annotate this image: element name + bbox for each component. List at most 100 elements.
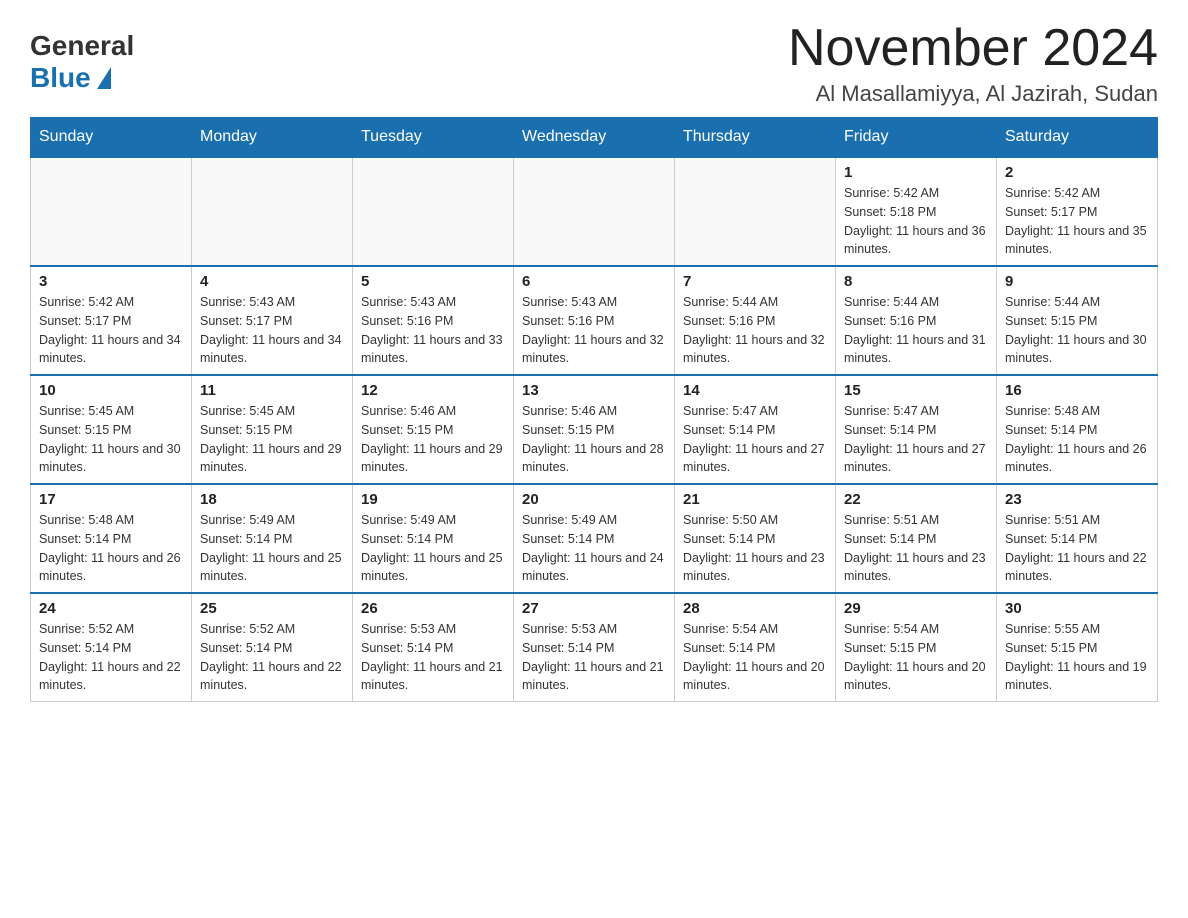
week-row-5: 24 Sunrise: 5:52 AMSunset: 5:14 PMDayligh… [31,593,1158,702]
logo-triangle-icon [97,67,111,89]
day-info: Sunrise: 5:49 AMSunset: 5:14 PMDaylight:… [361,511,505,586]
day-info: Sunrise: 5:43 AMSunset: 5:17 PMDaylight:… [200,293,344,368]
week-row-2: 3 Sunrise: 5:42 AMSunset: 5:17 PMDaylight… [31,266,1158,375]
calendar-cell: 2Sunrise: 5:42 AMSunset: 5:17 PMDaylight… [997,157,1158,266]
calendar-cell: 30 Sunrise: 5:55 AMSunset: 5:15 PMDayligh… [997,593,1158,702]
day-info: Sunrise: 5:52 AMSunset: 5:14 PMDaylight:… [200,620,344,695]
day-number: 9 [1005,273,1149,290]
header-day-tuesday: Tuesday [353,118,514,158]
day-info: Sunrise: 5:55 AMSunset: 5:15 PMDaylight:… [1005,620,1149,695]
day-info: Sunrise: 5:46 AMSunset: 5:15 PMDaylight:… [522,402,666,477]
calendar-cell [514,157,675,266]
day-info: Sunrise: 5:45 AMSunset: 5:15 PMDaylight:… [200,402,344,477]
day-info: Sunrise: 5:42 AMSunset: 5:17 PMDaylight:… [39,293,183,368]
day-number: 24 [39,600,183,617]
day-number: 11 [200,382,344,399]
calendar-cell: 15 Sunrise: 5:47 AMSunset: 5:14 PMDayligh… [836,375,997,484]
calendar-cell: 6 Sunrise: 5:43 AMSunset: 5:16 PMDaylight… [514,266,675,375]
day-number: 3 [39,273,183,290]
day-info: Sunrise: 5:54 AMSunset: 5:14 PMDaylight:… [683,620,827,695]
day-number: 12 [361,382,505,399]
location-title: Al Masallamiyya, Al Jazirah, Sudan [788,81,1158,107]
logo: General Blue [30,30,134,94]
calendar-cell: 28 Sunrise: 5:54 AMSunset: 5:14 PMDayligh… [675,593,836,702]
calendar-cell: 27 Sunrise: 5:53 AMSunset: 5:14 PMDayligh… [514,593,675,702]
day-number: 4 [200,273,344,290]
header-day-saturday: Saturday [997,118,1158,158]
header: General Blue November 2024 Al Masallamiy… [30,20,1158,107]
week-row-4: 17 Sunrise: 5:48 AMSunset: 5:14 PMDayligh… [31,484,1158,593]
logo-blue-text: Blue [30,62,111,94]
calendar-cell: 26 Sunrise: 5:53 AMSunset: 5:14 PMDayligh… [353,593,514,702]
header-day-sunday: Sunday [31,118,192,158]
day-info: Sunrise: 5:53 AMSunset: 5:14 PMDaylight:… [361,620,505,695]
day-info: Sunrise: 5:50 AMSunset: 5:14 PMDaylight:… [683,511,827,586]
day-info: Sunrise: 5:43 AMSunset: 5:16 PMDaylight:… [522,293,666,368]
day-number: 17 [39,491,183,508]
title-area: November 2024 Al Masallamiyya, Al Jazira… [788,20,1158,107]
day-info: Sunrise: 5:53 AMSunset: 5:14 PMDaylight:… [522,620,666,695]
calendar-cell: 14 Sunrise: 5:47 AMSunset: 5:14 PMDayligh… [675,375,836,484]
day-number: 29 [844,600,988,617]
calendar-cell: 25 Sunrise: 5:52 AMSunset: 5:14 PMDayligh… [192,593,353,702]
calendar-cell: 12 Sunrise: 5:46 AMSunset: 5:15 PMDayligh… [353,375,514,484]
day-info: Sunrise: 5:48 AMSunset: 5:14 PMDaylight:… [39,511,183,586]
day-number: 1 [844,164,988,181]
calendar-cell: 19 Sunrise: 5:49 AMSunset: 5:14 PMDayligh… [353,484,514,593]
day-number: 27 [522,600,666,617]
day-number: 28 [683,600,827,617]
calendar-cell: 5Sunrise: 5:43 AMSunset: 5:16 PMDaylight… [353,266,514,375]
day-number: 15 [844,382,988,399]
day-number: 19 [361,491,505,508]
day-info: Sunrise: 5:54 AMSunset: 5:15 PMDaylight:… [844,620,988,695]
day-number: 23 [1005,491,1149,508]
day-number: 2 [1005,164,1149,181]
calendar-cell: 24Sunrise: 5:52 AMSunset: 5:14 PMDayligh… [31,593,192,702]
logo-general-text: General [30,30,134,62]
calendar-cell: 22 Sunrise: 5:51 AMSunset: 5:14 PMDayligh… [836,484,997,593]
day-number: 18 [200,491,344,508]
day-info: Sunrise: 5:46 AMSunset: 5:15 PMDaylight:… [361,402,505,477]
calendar-cell: 1 Sunrise: 5:42 AMSunset: 5:18 PMDaylight… [836,157,997,266]
calendar-cell: 29 Sunrise: 5:54 AMSunset: 5:15 PMDayligh… [836,593,997,702]
month-title: November 2024 [788,20,1158,77]
calendar-cell: 9 Sunrise: 5:44 AMSunset: 5:15 PMDaylight… [997,266,1158,375]
day-number: 20 [522,491,666,508]
calendar-cell: 11 Sunrise: 5:45 AMSunset: 5:15 PMDayligh… [192,375,353,484]
calendar-cell [353,157,514,266]
day-number: 7 [683,273,827,290]
day-number: 25 [200,600,344,617]
day-info: Sunrise: 5:44 AMSunset: 5:15 PMDaylight:… [1005,293,1149,368]
calendar-cell: 21Sunrise: 5:50 AMSunset: 5:14 PMDayligh… [675,484,836,593]
calendar-cell: 10 Sunrise: 5:45 AMSunset: 5:15 PMDayligh… [31,375,192,484]
day-info: Sunrise: 5:51 AMSunset: 5:14 PMDaylight:… [844,511,988,586]
day-number: 22 [844,491,988,508]
day-number: 5 [361,273,505,290]
day-number: 14 [683,382,827,399]
day-number: 8 [844,273,988,290]
day-number: 6 [522,273,666,290]
day-info: Sunrise: 5:49 AMSunset: 5:14 PMDaylight:… [522,511,666,586]
day-info: Sunrise: 5:51 AMSunset: 5:14 PMDaylight:… [1005,511,1149,586]
day-info: Sunrise: 5:44 AMSunset: 5:16 PMDaylight:… [844,293,988,368]
calendar-cell: 13 Sunrise: 5:46 AMSunset: 5:15 PMDayligh… [514,375,675,484]
day-info: Sunrise: 5:42 AMSunset: 5:18 PMDaylight:… [844,184,988,259]
calendar-cell: 23 Sunrise: 5:51 AMSunset: 5:14 PMDayligh… [997,484,1158,593]
week-row-3: 10 Sunrise: 5:45 AMSunset: 5:15 PMDayligh… [31,375,1158,484]
day-info: Sunrise: 5:47 AMSunset: 5:14 PMDaylight:… [683,402,827,477]
day-info: Sunrise: 5:49 AMSunset: 5:14 PMDaylight:… [200,511,344,586]
day-number: 16 [1005,382,1149,399]
day-info: Sunrise: 5:45 AMSunset: 5:15 PMDaylight:… [39,402,183,477]
calendar-cell: 18 Sunrise: 5:49 AMSunset: 5:14 PMDayligh… [192,484,353,593]
day-number: 30 [1005,600,1149,617]
day-info: Sunrise: 5:47 AMSunset: 5:14 PMDaylight:… [844,402,988,477]
day-info: Sunrise: 5:44 AMSunset: 5:16 PMDaylight:… [683,293,827,368]
week-row-1: 1 Sunrise: 5:42 AMSunset: 5:18 PMDaylight… [31,157,1158,266]
day-info: Sunrise: 5:48 AMSunset: 5:14 PMDaylight:… [1005,402,1149,477]
day-number: 13 [522,382,666,399]
day-number: 10 [39,382,183,399]
day-number: 26 [361,600,505,617]
calendar-cell [675,157,836,266]
calendar-cell [31,157,192,266]
header-day-thursday: Thursday [675,118,836,158]
